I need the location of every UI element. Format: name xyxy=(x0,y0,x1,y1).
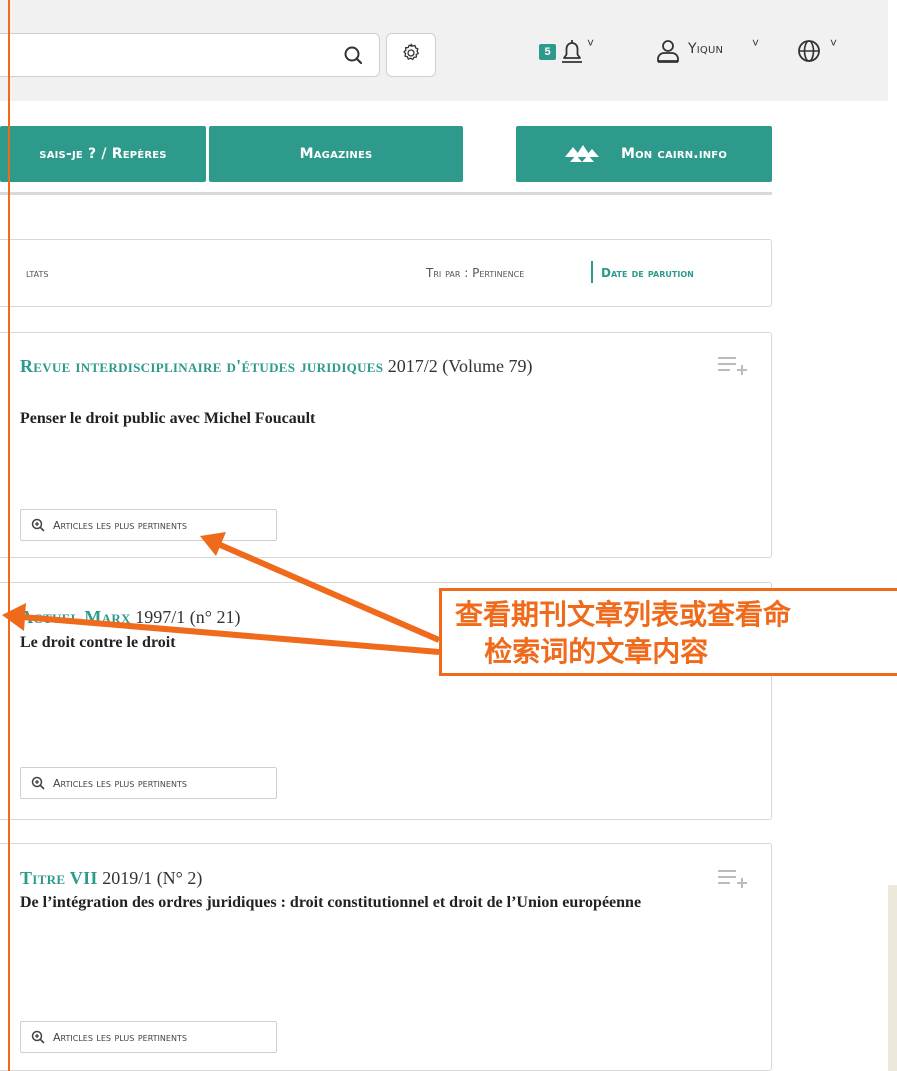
most-relevant-articles-button[interactable]: Articles les plus pertinents xyxy=(20,1021,277,1053)
sort-by-relevance[interactable]: Tri par : Pertinence xyxy=(426,266,524,280)
search-icon[interactable] xyxy=(340,42,368,70)
button-label: Articles les plus pertinents xyxy=(53,1030,187,1044)
nav-mon-cairn-button[interactable]: Mon cairn.info xyxy=(516,126,772,182)
nav-que-sais-je-button[interactable]: sais-je ? / Repères xyxy=(0,126,206,182)
globe-icon[interactable] xyxy=(795,36,825,66)
article-title[interactable]: De l’intégration des ordres juridiques :… xyxy=(20,890,660,916)
nav-label: Magazines xyxy=(299,146,373,162)
most-relevant-articles-button[interactable]: Articles les plus pertinents xyxy=(20,767,277,799)
journal-link[interactable]: Actuel Marx xyxy=(20,607,131,627)
chevron-down-icon[interactable]: ˅ xyxy=(587,36,594,50)
sort-separator xyxy=(591,261,593,283)
journal-link[interactable]: Revue interdisciplinaire d'études juridi… xyxy=(20,356,383,376)
chevron-down-icon[interactable]: ˅ xyxy=(752,36,759,50)
article-title[interactable]: Penser le droit public avec Michel Fouca… xyxy=(20,406,680,432)
user-icon[interactable] xyxy=(655,36,681,66)
user-menu-name[interactable]: Yiqun xyxy=(688,41,723,57)
add-to-list-icon[interactable] xyxy=(718,355,750,375)
issue-label: 1997/1 (n° 21) xyxy=(135,607,241,627)
annotation-line xyxy=(8,0,10,1071)
chevron-down-icon[interactable]: ˅ xyxy=(830,36,837,50)
search-input[interactable] xyxy=(0,33,380,77)
results-count-label: ltats xyxy=(26,266,49,280)
button-label: Articles les plus pertinents xyxy=(53,518,187,532)
nav-label: sais-je ? / Repères xyxy=(39,146,167,162)
search-settings-button[interactable] xyxy=(386,33,436,77)
journal-line: Revue interdisciplinaire d'études juridi… xyxy=(20,353,680,379)
journal-link[interactable]: Titre VII xyxy=(20,868,98,888)
nav-magazines-button[interactable]: Magazines xyxy=(209,126,463,182)
sort-by-date-link[interactable]: Date de parution xyxy=(601,266,694,280)
journal-line: Titre VII 2019/1 (N° 2) xyxy=(20,865,680,891)
cairn-logo-icon xyxy=(561,141,603,167)
issue-label: 2017/2 (Volume 79) xyxy=(387,356,533,376)
zoom-in-icon xyxy=(31,518,45,532)
annotation-text: 查看期刊文章列表或查看命 检索词的文章内容 xyxy=(455,598,792,668)
issue-label: 2019/1 (N° 2) xyxy=(102,868,203,888)
add-to-list-icon[interactable] xyxy=(718,868,750,888)
nav-label: Mon cairn.info xyxy=(620,146,728,162)
divider xyxy=(0,192,772,195)
most-relevant-articles-button[interactable]: Articles les plus pertinents xyxy=(20,509,277,541)
zoom-in-icon xyxy=(31,1030,45,1044)
button-label: Articles les plus pertinents xyxy=(53,776,187,790)
gear-icon xyxy=(399,41,423,70)
notification-count-badge[interactable]: 5 xyxy=(539,44,556,60)
zoom-in-icon xyxy=(31,776,45,790)
side-panel xyxy=(888,885,897,1071)
bell-icon[interactable] xyxy=(559,36,585,66)
